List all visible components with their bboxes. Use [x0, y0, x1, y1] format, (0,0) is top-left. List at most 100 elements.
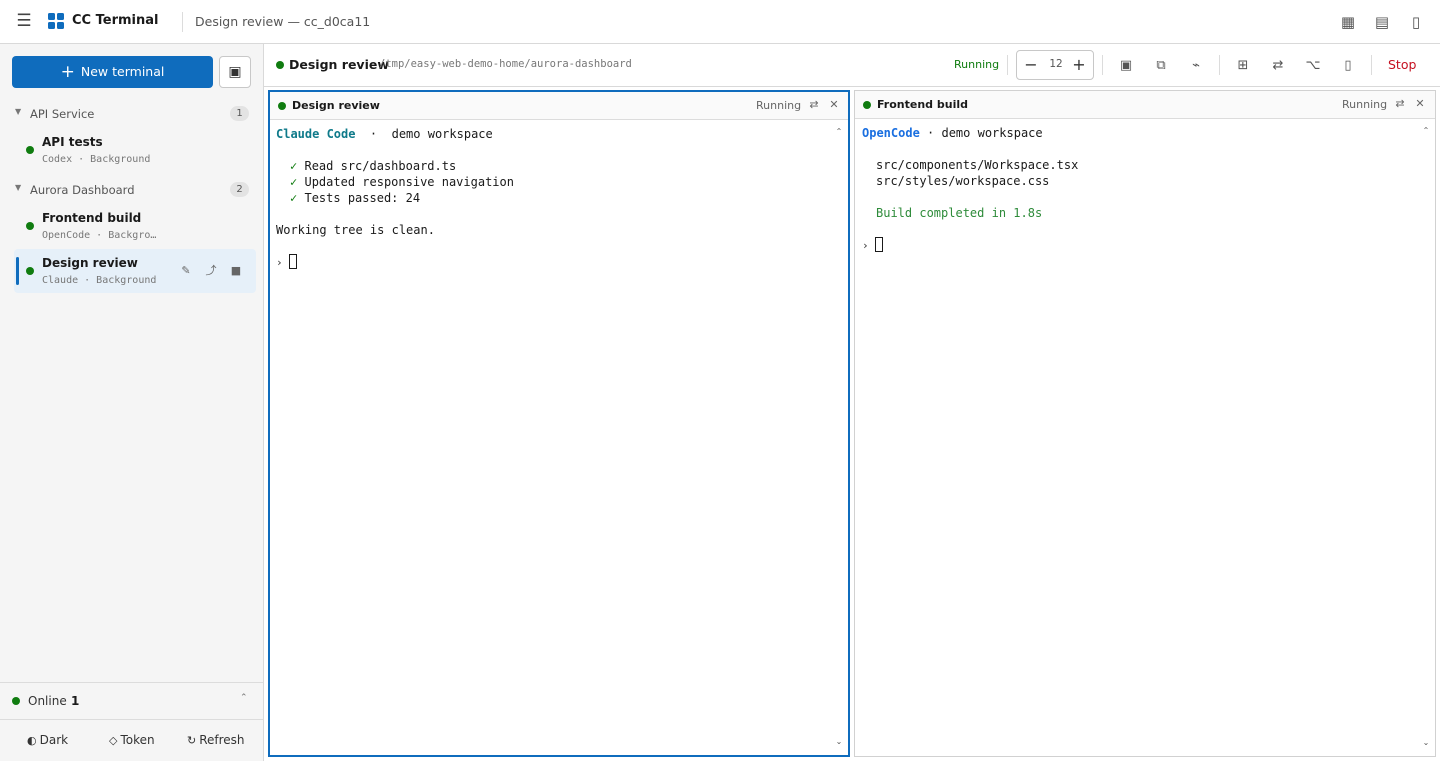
online-count: 1 [71, 694, 80, 708]
new-terminal-button[interactable]: + New terminal [12, 56, 213, 88]
pane-status-dot [863, 101, 871, 109]
chevron-down-icon: ▼ [15, 107, 22, 116]
top-bar: ☰ CC Terminal Design review — cc_d0ca11 … [0, 0, 1440, 44]
pane-status: Running [756, 99, 802, 112]
refresh-button[interactable]: ↻ Refresh [187, 733, 245, 747]
chevron-up-icon: ⌃ [240, 693, 248, 703]
swap-icon[interactable]: ⇄ [1267, 55, 1289, 77]
terminal-cursor [874, 237, 883, 252]
scroll-down-icon[interactable]: ⌄ [1421, 738, 1431, 748]
output-line: ✓ Read src/dashboard.ts [290, 158, 456, 174]
header-separator: · [919, 126, 942, 140]
decrease-font-button[interactable]: − [1021, 54, 1041, 76]
session-toolbar: Design review /tmp/easy-web-demo-home/au… [264, 44, 1440, 87]
app-logo-icon [48, 13, 64, 29]
attach-icon[interactable]: ⌁ [1185, 55, 1207, 77]
increase-font-button[interactable]: + [1069, 54, 1089, 76]
refresh-label: Refresh [199, 733, 245, 747]
move-out-icon[interactable]: ⤴ [203, 263, 219, 279]
rows-layout-icon[interactable]: ▤ [1371, 11, 1393, 33]
prompt-line[interactable]: › [862, 237, 883, 253]
terminal-name: Frontend build [42, 211, 142, 225]
swap-pane-icon[interactable]: ⇄ [806, 97, 822, 113]
token-button[interactable]: ◇ Token [109, 733, 155, 747]
dark-mode-button[interactable]: ◐ Dark [27, 733, 68, 747]
terminal-pane-design-review[interactable]: Design review Running ⇄ ✕ Claude Code · … [268, 90, 850, 757]
font-size-value: 12 [1049, 58, 1063, 70]
online-label: Online [28, 694, 67, 708]
chevron-down-icon: ▼ [15, 183, 22, 192]
prompt-line[interactable]: › [276, 254, 297, 270]
terminal-cursor [288, 254, 297, 269]
plus-icon: + [60, 62, 75, 82]
group-name: Aurora Dashboard [30, 183, 135, 197]
diamond-icon: ◇ [109, 734, 118, 747]
swap-pane-icon[interactable]: ⇄ [1392, 96, 1408, 112]
status-dot [26, 222, 34, 230]
pane-status: Running [1342, 98, 1388, 111]
panel-icon[interactable]: ▯ [1337, 55, 1359, 77]
terminal-header-line: Claude Code · demo workspace [276, 126, 493, 142]
check-icon: ✓ [290, 191, 298, 205]
output-line: src/styles/workspace.css [876, 174, 1050, 188]
divider [1219, 55, 1220, 75]
check-text: Updated responsive navigation [304, 175, 514, 189]
stop-button[interactable]: Stop [1388, 57, 1416, 72]
sidebar-item-frontend-build[interactable]: Frontend build OpenCode · Backgro… [14, 204, 256, 248]
scroll-up-icon[interactable]: ⌃ [1421, 126, 1431, 136]
split-grid-icon[interactable]: ⊞ [1232, 55, 1254, 77]
terminal-meta: OpenCode · Backgro… [42, 230, 157, 241]
divider [1007, 55, 1008, 75]
copy-icon[interactable]: ⧉ [1150, 55, 1172, 77]
check-icon: ✓ [290, 159, 298, 173]
terminal-header-line: OpenCode · demo workspace [862, 125, 1043, 141]
output-line: src/components/Workspace.tsx [876, 158, 1079, 172]
group-header-api-service[interactable]: ▼ API Service 1 [12, 104, 252, 124]
refresh-icon: ↻ [187, 734, 197, 747]
app-title: CC Terminal [72, 13, 159, 28]
header-separator: · [355, 127, 392, 141]
pane-status-dot [278, 102, 286, 110]
build-success-line: Build completed in 1.8s [876, 206, 1043, 220]
sidebar-footer: ◐ Dark ◇ Token ↻ Refresh [0, 719, 263, 761]
rename-pencil-icon[interactable]: ✎ [178, 263, 194, 279]
output-line: ✓ Updated responsive navigation [290, 174, 514, 190]
terminal-meta: Codex · Background [42, 154, 151, 165]
output-line: ✓ Tests passed: 24 [290, 190, 420, 206]
divider [1102, 55, 1103, 75]
header-workspace: demo workspace [391, 127, 493, 141]
scroll-down-icon[interactable]: ⌄ [834, 737, 844, 747]
hamburger-menu-icon[interactable]: ☰ [14, 10, 34, 32]
pane-header: Frontend build Running ⇄ ✕ [855, 91, 1435, 119]
window-title: Design review — cc_d0ca11 [195, 14, 371, 29]
sidebar-toggle-icon[interactable]: ▣ [219, 56, 251, 88]
font-size-stepper: − 12 + [1016, 50, 1094, 80]
session-status: Running [954, 58, 1000, 71]
stop-square-icon[interactable]: ■ [228, 263, 244, 279]
prompt-chevron-icon: › [862, 239, 869, 252]
terminal-meta: Claude · Background [42, 275, 157, 286]
divider [1371, 55, 1372, 75]
group-header-aurora-dashboard[interactable]: ▼ Aurora Dashboard 2 [12, 180, 252, 200]
status-dot [26, 267, 34, 275]
pane-header: Design review Running ⇄ ✕ [270, 92, 848, 120]
terminal-pane-frontend-build[interactable]: Frontend build Running ⇄ ✕ OpenCode · de… [854, 90, 1436, 757]
session-status-dot [276, 61, 284, 69]
scroll-up-icon[interactable]: ⌃ [834, 127, 844, 137]
close-pane-icon[interactable]: ✕ [826, 97, 842, 113]
sidebar-item-api-tests[interactable]: API tests Codex · Background [14, 128, 256, 172]
grid-layout-icon[interactable]: ▦ [1337, 11, 1359, 33]
terminal-name: Design review [42, 256, 138, 270]
divider [182, 12, 183, 32]
check-text: Read src/dashboard.ts [304, 159, 457, 173]
terminal-view-icon[interactable]: ▣ [1115, 55, 1137, 77]
single-layout-icon[interactable]: ▯ [1405, 11, 1427, 33]
online-dot [12, 697, 20, 705]
check-icon: ✓ [290, 175, 298, 189]
connection-status[interactable]: Online 1 ⌃ [0, 682, 263, 719]
sidebar-item-design-review[interactable]: Design review Claude · Background ✎ ⤴ ■ [14, 249, 256, 293]
close-pane-icon[interactable]: ✕ [1412, 96, 1428, 112]
branch-icon[interactable]: ⌥ [1302, 55, 1324, 77]
sidebar: + New terminal ▣ ▼ API Service 1 API test… [0, 44, 264, 761]
header-workspace: demo workspace [941, 126, 1043, 140]
